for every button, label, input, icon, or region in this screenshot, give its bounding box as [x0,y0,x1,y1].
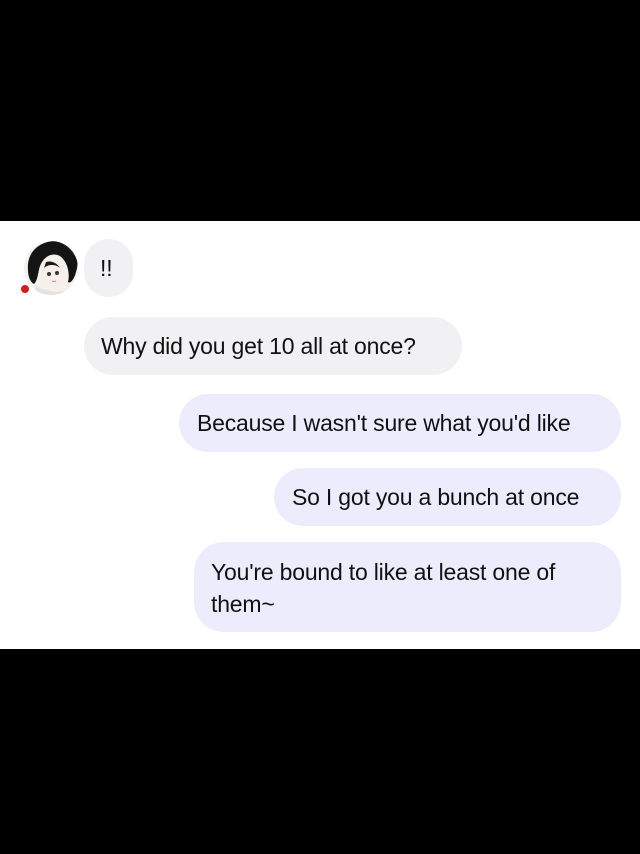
message-text: Because I wasn't sure what you'd like [197,410,571,436]
message-bubble-incoming[interactable]: Why did you get 10 all at once? [84,317,462,375]
message-text: !! [100,255,113,281]
message-text: So I got you a bunch at once [292,484,580,510]
message-bubble-incoming[interactable]: !! [84,239,133,297]
message-text: Why did you get 10 all at once? [101,333,416,359]
letterbox-top [0,0,640,221]
chat-panel: !! Why did you get 10 all at once? Becau… [0,221,640,649]
message-bubble-outgoing[interactable]: Because I wasn't sure what you'd like [179,394,621,452]
message-bubble-outgoing[interactable]: So I got you a bunch at once [274,468,621,526]
online-status-dot [21,285,29,293]
message-text-line: them~ [211,591,275,617]
message-text-line: You're bound to like at least one of [211,559,556,585]
letterbox-bottom [0,649,640,854]
message-bubble-outgoing[interactable]: You're bound to like at least one of the… [194,542,621,632]
